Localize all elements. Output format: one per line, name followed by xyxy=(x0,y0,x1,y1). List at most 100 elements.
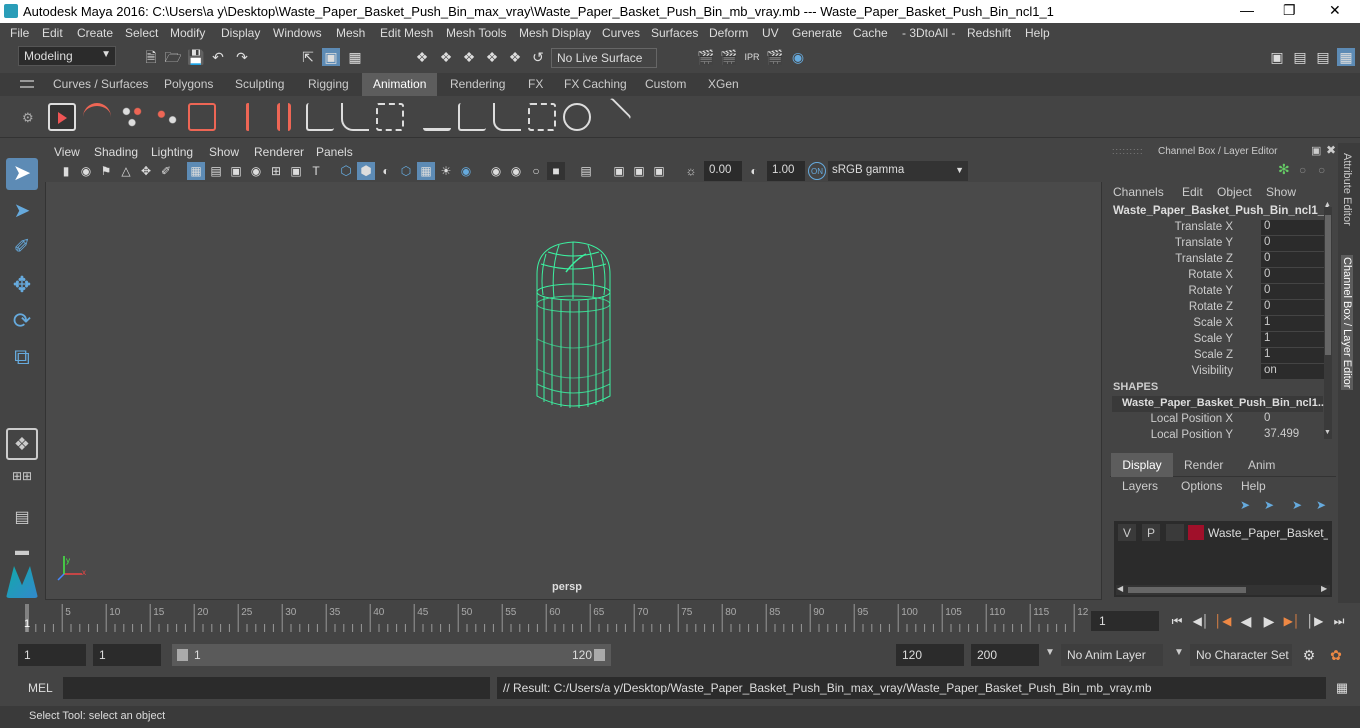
hyper-icon[interactable]: ○ xyxy=(1318,163,1325,177)
move-tool-icon[interactable]: ✥ xyxy=(6,270,38,302)
ipr-render-icon[interactable]: IPR xyxy=(743,48,761,66)
script-editor-icon[interactable]: ▦ xyxy=(1333,679,1351,697)
time-slider[interactable]: 5 10 15 20 25 30 35 40 45 50 55 60 65 70 75 80 85 90 95 100… xyxy=(0,604,1360,637)
four-view-layout-icon[interactable]: ⊞⊞ xyxy=(6,466,38,486)
scroll-right-icon[interactable]: ▶ xyxy=(1321,584,1327,593)
vp-menu-renderer[interactable]: Renderer xyxy=(254,145,304,159)
vp-menu-show[interactable]: Show xyxy=(209,145,239,159)
menu-cache[interactable]: Cache xyxy=(853,26,888,40)
range-slider[interactable]: 1 120 xyxy=(172,644,611,666)
cb-menu-show[interactable]: Show xyxy=(1266,185,1296,199)
tab-fx[interactable]: FX xyxy=(528,77,543,91)
safe-title-icon[interactable]: T xyxy=(307,162,325,180)
menu-file[interactable]: File xyxy=(10,26,29,40)
hscroll-thumb[interactable] xyxy=(1128,587,1246,593)
step-forward-icon[interactable]: │▶ xyxy=(1306,612,1324,630)
2d-pan-icon[interactable]: ✥ xyxy=(137,162,155,180)
open-scene-icon[interactable]: 🗁 xyxy=(164,48,182,66)
outliner-layout-icon[interactable]: ▤ xyxy=(6,502,38,536)
menu-deform[interactable]: Deform xyxy=(709,26,748,40)
tab-attribute-editor[interactable]: Attribute Editor xyxy=(1341,153,1353,226)
use-all-lights-icon[interactable]: ☀ xyxy=(437,162,455,180)
tab-animation[interactable]: Animation xyxy=(362,73,438,96)
maya-home-icon[interactable] xyxy=(6,566,38,598)
channel-value[interactable]: 1 xyxy=(1261,332,1325,347)
menu-help[interactable]: Help xyxy=(1025,26,1050,40)
render-current-icon[interactable]: 🎬 xyxy=(720,48,738,66)
create-joint-icon[interactable] xyxy=(246,103,250,131)
mode-select[interactable]: Modeling ▼ xyxy=(18,46,116,66)
playback-start-field[interactable]: 1 xyxy=(93,644,161,666)
step-back-icon[interactable]: ◀│ xyxy=(1192,612,1210,630)
scrollbar-thumb[interactable] xyxy=(1325,215,1331,355)
menu-mesh-tools[interactable]: Mesh Tools xyxy=(446,26,506,40)
range-end-handle[interactable] xyxy=(594,649,605,661)
channel-value[interactable]: 0 xyxy=(1261,252,1325,267)
default-material-icon[interactable]: ◐ xyxy=(377,162,395,180)
shape-row[interactable]: Waste_Paper_Basket_Push_Bin_ncl1... xyxy=(1112,396,1327,412)
menu-generate[interactable]: Generate xyxy=(792,26,842,40)
snap-point-icon[interactable]: ❖ xyxy=(460,48,478,66)
anti-aliasing-icon[interactable]: ○ xyxy=(527,162,545,180)
channel-row[interactable]: Visibility on xyxy=(1106,364,1326,380)
menu-curves[interactable]: Curves xyxy=(602,26,640,40)
select-component-icon[interactable]: ▦ xyxy=(346,48,364,66)
shelf-menu-icon[interactable] xyxy=(20,80,34,88)
layer-name[interactable]: Waste_Paper_Basket_Push_Bin xyxy=(1208,526,1328,540)
chevron-down-icon[interactable]: ▼ xyxy=(1045,647,1055,658)
channel-scrollbar[interactable]: ▲ ▼ xyxy=(1324,201,1332,439)
channel-value[interactable]: 1 xyxy=(1261,348,1325,363)
tab-render[interactable]: Render xyxy=(1184,458,1223,472)
close-icon[interactable]: ✕ xyxy=(1329,2,1341,19)
color-management-icon[interactable]: ON xyxy=(808,162,826,180)
go-to-end-icon[interactable]: ⏭ xyxy=(1330,612,1348,630)
animation-end-field[interactable]: 200 xyxy=(971,644,1039,666)
image-plane-icon[interactable]: △ xyxy=(117,162,135,180)
channel-row[interactable]: Scale X 1 xyxy=(1106,316,1326,332)
viewport-canvas[interactable] xyxy=(46,144,1101,599)
workspace-icon[interactable]: ▣ xyxy=(1268,48,1286,66)
channel-row[interactable]: Rotate Z 0 xyxy=(1106,300,1326,316)
tab-sculpting[interactable]: Sculpting xyxy=(235,77,284,91)
menu-mesh-display[interactable]: Mesh Display xyxy=(519,26,591,40)
auto-key-icon[interactable]: ✿ xyxy=(1327,646,1345,664)
paint-weights-icon[interactable] xyxy=(376,103,404,131)
menu-uv[interactable]: UV xyxy=(762,26,779,40)
menu-select[interactable]: Select xyxy=(125,26,158,40)
depth-of-field-icon[interactable]: ■ xyxy=(547,162,565,180)
channel-box-toggle-icon[interactable]: ▦ xyxy=(1337,48,1355,66)
render-settings-icon[interactable]: 🎬 xyxy=(766,48,784,66)
wireframe-on-shaded-icon[interactable]: ⬡ xyxy=(397,162,415,180)
tab-rendering[interactable]: Rendering xyxy=(450,77,505,91)
shelf-settings-icon[interactable]: ⚙ xyxy=(22,110,34,126)
menu-edit-mesh[interactable]: Edit Mesh xyxy=(380,26,433,40)
scroll-up-icon[interactable]: ▲ xyxy=(1324,201,1331,208)
tab-rigging[interactable]: Rigging xyxy=(308,77,349,91)
step-forward-key-icon[interactable]: ▶│ xyxy=(1283,612,1301,630)
undo-icon[interactable]: ↶ xyxy=(209,48,227,66)
channel-row[interactable]: Scale Z 1 xyxy=(1106,348,1326,364)
field-chart-icon[interactable]: ⊞ xyxy=(267,162,285,180)
move-layer-down-icon[interactable]: ➤ xyxy=(1264,498,1274,512)
tab-channel-box-layer-editor[interactable]: Channel Box / Layer Editor xyxy=(1341,255,1353,391)
vp-menu-lighting[interactable]: Lighting xyxy=(151,145,193,159)
tab-xgen[interactable]: XGen xyxy=(708,77,739,91)
pole-vector-constraint-icon[interactable] xyxy=(592,97,632,137)
layer-menu-layers[interactable]: Layers xyxy=(1122,479,1158,493)
select-tool-icon[interactable]: ➤ xyxy=(6,158,38,190)
channel-value[interactable]: on xyxy=(1261,364,1325,379)
channel-value[interactable]: 1 xyxy=(1261,316,1325,331)
manipulator-icon[interactable]: ✻ xyxy=(1278,161,1290,178)
channel-value[interactable]: 37.499 xyxy=(1261,428,1325,443)
snap-view-icon[interactable]: ❖ xyxy=(483,48,501,66)
script-language-label[interactable]: MEL xyxy=(28,681,53,695)
layer-display-type[interactable] xyxy=(1166,524,1184,541)
select-hierarchy-icon[interactable]: ⇱ xyxy=(299,48,317,66)
tab-anim[interactable]: Anim xyxy=(1248,458,1275,472)
menu-display[interactable]: Display xyxy=(221,26,260,40)
layer-color-swatch[interactable] xyxy=(1188,525,1204,540)
cb-menu-channels[interactable]: Channels xyxy=(1113,185,1164,199)
bookmark-icon[interactable]: ⚑ xyxy=(97,162,115,180)
step-back-key-icon[interactable]: │◀ xyxy=(1214,612,1232,630)
channel-value[interactable]: 0 xyxy=(1261,284,1325,299)
